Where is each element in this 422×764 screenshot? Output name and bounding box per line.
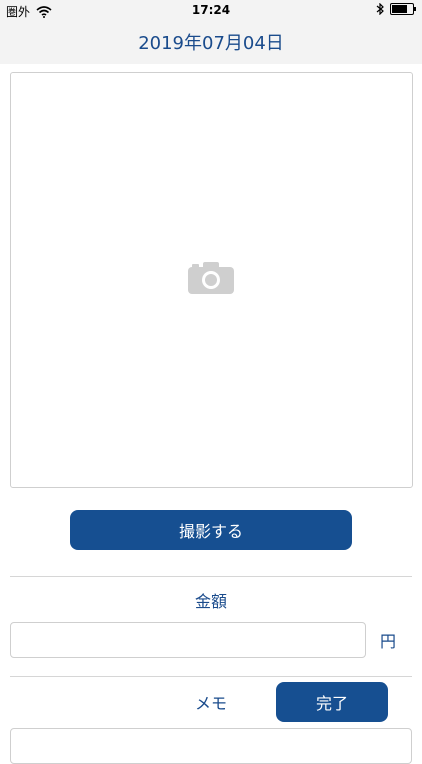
battery-icon [390, 3, 416, 15]
amount-input[interactable] [10, 622, 366, 658]
capture-button[interactable]: 撮影する [70, 510, 352, 550]
divider [10, 576, 412, 577]
status-right [376, 3, 416, 15]
bluetooth-icon [376, 3, 384, 15]
status-bar: 圏外 17:24 [0, 0, 422, 20]
date-header: 2019年07月04日 [0, 20, 422, 64]
battery-fill [392, 5, 408, 13]
amount-label: 金額 [194, 592, 227, 611]
yen-unit-label: 円 [380, 632, 397, 651]
status-time: 17:24 [191, 3, 231, 17]
photo-preview[interactable] [10, 72, 413, 488]
done-button[interactable]: 完了 [276, 682, 388, 722]
divider [10, 676, 412, 677]
memo-input[interactable] [10, 728, 412, 764]
page-title: 2019年07月04日 [138, 33, 284, 54]
camera-icon [188, 262, 234, 294]
